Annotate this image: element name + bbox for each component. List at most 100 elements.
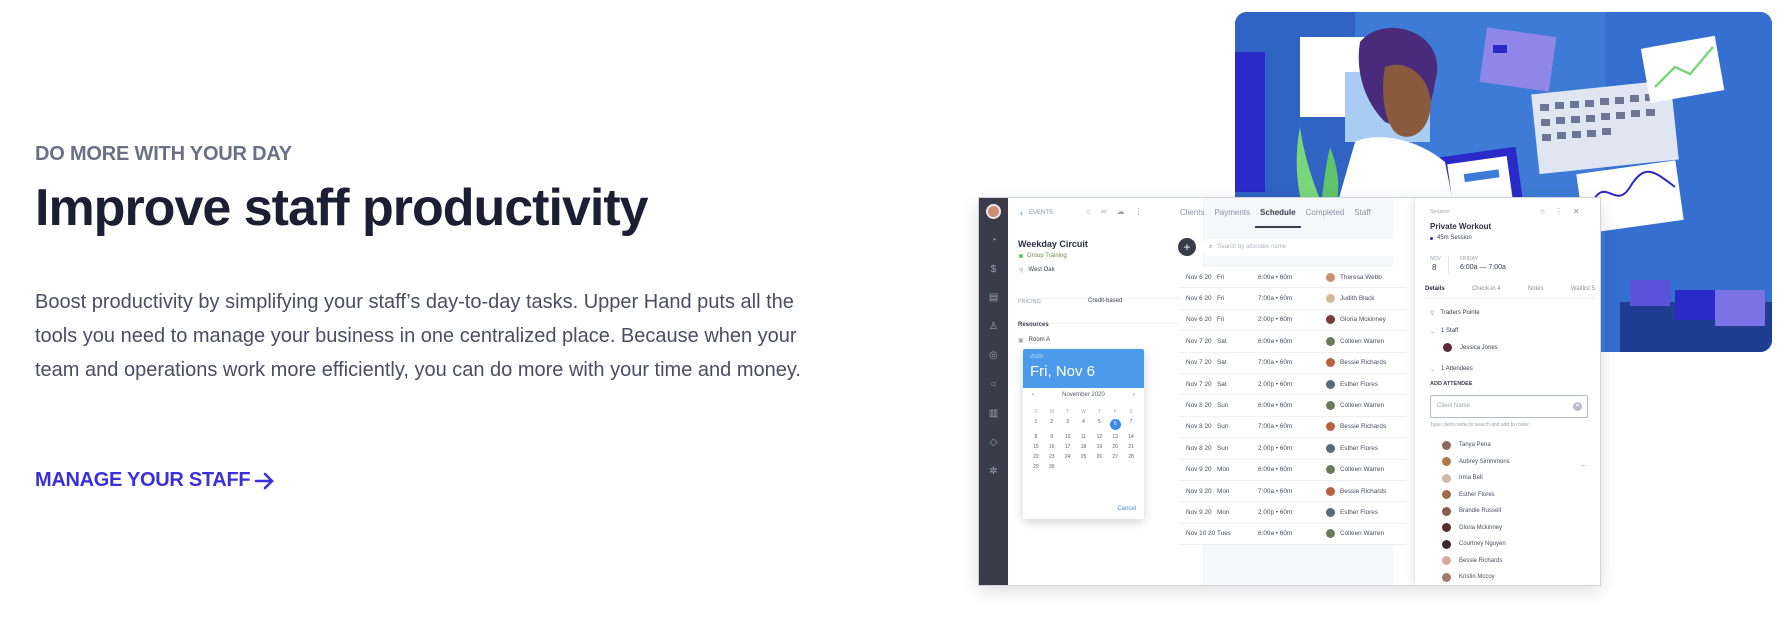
tab-check-in[interactable]: Check-in 4 <box>1472 286 1501 292</box>
list-item[interactable]: Kristin Mccoy <box>1442 569 1592 585</box>
list-item[interactable]: Bessie Richards <box>1442 553 1592 570</box>
calendar-day[interactable]: 28 <box>1123 454 1139 460</box>
tab-details[interactable]: Details <box>1425 286 1445 292</box>
chat-icon[interactable]: ○ <box>988 379 999 390</box>
table-row[interactable]: Nov 6 20 Fri 7:00a • 60m Judith Black <box>1179 288 1407 310</box>
row-time: 2:00p • 60m <box>1258 508 1293 516</box>
users-icon[interactable]: ♙ <box>988 321 999 332</box>
chevron-left-icon[interactable]: ‹ <box>1032 392 1034 398</box>
clear-icon[interactable]: ✕ <box>1573 402 1582 411</box>
calendar-year[interactable]: 2020 <box>1030 354 1137 360</box>
staff-section[interactable]: ⌄ 1 Staff <box>1430 328 1458 335</box>
comment-icon[interactable]: ○ <box>1540 207 1545 216</box>
calendar-day[interactable]: 3 <box>1060 419 1076 430</box>
row-day: Sat <box>1217 337 1227 345</box>
avatar[interactable] <box>986 204 1001 219</box>
tag-icon[interactable]: ◇ <box>988 437 999 448</box>
tab-schedule[interactable]: Schedule <box>1255 208 1301 228</box>
table-row[interactable]: Nov 6 20 Fri 2:00p • 60m Gloria Mckinney <box>1179 309 1407 332</box>
add-button[interactable]: + <box>1178 238 1196 256</box>
chevron-left-icon[interactable]: ‹ <box>1020 208 1023 218</box>
row-time: 7:00a • 60m <box>1258 487 1293 495</box>
table-row[interactable]: Nov 7 20 Sat 2:00p • 60m Esther Flores <box>1179 373 1407 396</box>
tab-payments[interactable]: Payments <box>1209 208 1255 228</box>
comment-icon[interactable]: ○ <box>1086 207 1091 216</box>
table-row[interactable]: Nov 8 20 Sun 6:00a • 60m Colleen Warren <box>1179 395 1407 417</box>
table-row[interactable]: Nov 9 20 Mon 2:00p • 60m Esther Flores <box>1179 502 1407 524</box>
location-label: West Oak <box>1028 267 1055 273</box>
tab-waitlist[interactable]: Waitlist 5 <box>1571 286 1595 292</box>
list-item[interactable]: Gloria Mckinney <box>1442 520 1592 537</box>
calendar-day[interactable]: 11 <box>1076 434 1092 440</box>
table-row[interactable]: Nov 8 20 Sun 2:00p • 60m Esther Flores <box>1179 438 1407 460</box>
calendar-day[interactable]: 4 <box>1076 419 1092 430</box>
list-item[interactable]: Brandie Russell <box>1442 503 1592 520</box>
cancel-button[interactable]: Cancel <box>1117 506 1136 512</box>
list-item[interactable]: Aubrey Simmmons <box>1442 454 1592 471</box>
calendar-day[interactable]: 27 <box>1107 454 1123 460</box>
dollar-icon[interactable]: $ <box>988 264 999 275</box>
dashboard-icon[interactable]: ◔ <box>988 235 999 246</box>
calendar-icon[interactable]: ▤ <box>988 292 999 303</box>
table-row[interactable]: Nov 7 20 Sat 7:00a • 60m Bessie Richards <box>1179 352 1407 374</box>
attendees-section[interactable]: ⌄ 1 Attendees <box>1430 366 1473 373</box>
calendar-day[interactable]: 10 <box>1060 434 1076 440</box>
calendar-day[interactable]: 26 <box>1091 454 1107 460</box>
calendar-day[interactable]: 13 <box>1107 434 1123 440</box>
list-item[interactable]: Irma Bell <box>1442 470 1592 487</box>
close-icon[interactable]: ✕ <box>1573 207 1580 216</box>
calendar-day[interactable]: 20 <box>1107 444 1123 450</box>
more-icon[interactable]: ⋮ <box>1135 207 1143 216</box>
calendar-day[interactable]: 7 <box>1123 419 1139 430</box>
chart-icon[interactable]: ▥ <box>988 408 999 419</box>
tab-staff[interactable]: Staff <box>1349 208 1375 228</box>
tab-notes[interactable]: Notes <box>1528 286 1544 292</box>
list-item[interactable]: Tanya Pena <box>1442 437 1592 454</box>
manage-staff-link[interactable]: MANAGE YOUR STAFF <box>35 469 276 492</box>
calendar-day[interactable]: 12 <box>1091 434 1107 440</box>
more-icon[interactable]: ⋮ <box>1555 207 1563 216</box>
table-row[interactable]: Nov 9 20 Mon 7:00a • 60m Bessie Richards <box>1179 480 1407 503</box>
cloud-icon[interactable]: ☁ <box>1117 207 1125 216</box>
calendar-day[interactable]: 16 <box>1044 444 1060 450</box>
list-item[interactable]: Courtney Nguyen <box>1442 536 1592 553</box>
gear-icon[interactable]: ✲ <box>988 466 999 477</box>
calendar-day[interactable]: 24 <box>1060 454 1076 460</box>
calendar-day[interactable]: 5 <box>1091 419 1107 430</box>
client-name-input[interactable]: Client Name ✕ <box>1430 395 1588 418</box>
calendar-day[interactable]: 18 <box>1076 444 1092 450</box>
table-row[interactable]: Nov 10 20 Tues 6:00a • 60m Colleen Warren <box>1179 523 1407 546</box>
link-icon[interactable]: ∞ <box>1101 207 1107 216</box>
calendar-day[interactable]: 25 <box>1076 454 1092 460</box>
calendar-day[interactable]: 29 <box>1028 464 1044 470</box>
chevron-right-icon[interactable]: › <box>1133 392 1135 398</box>
calendar-day[interactable]: 15 <box>1028 444 1044 450</box>
search-input[interactable]: ⌕ Search by attendee name <box>1201 239 1401 256</box>
target-icon[interactable]: ◎ <box>988 350 999 361</box>
page-title: Improve staff productivity <box>35 179 649 237</box>
row-date: Nov 7 20 <box>1186 380 1212 388</box>
calendar-day[interactable]: 14 <box>1123 434 1139 440</box>
table-row[interactable]: Nov 7 20 Sat 6:00a • 60m Colleen Warren <box>1179 331 1407 353</box>
calendar-day[interactable]: 6 <box>1109 419 1121 430</box>
calendar-day[interactable]: 17 <box>1060 444 1076 450</box>
table-row[interactable]: Nov 6 20 Fri 6:00a • 60m Theresa Webb <box>1179 267 1407 289</box>
calendar-day[interactable]: 30 <box>1044 464 1060 470</box>
calendar-day[interactable]: 21 <box>1123 444 1139 450</box>
calendar-day[interactable]: 2 <box>1044 419 1060 430</box>
weekday-label: W <box>1081 409 1086 415</box>
breadcrumb[interactable]: ‹ EVENTS <box>1020 208 1053 218</box>
row-day: Fri <box>1217 316 1225 324</box>
table-row[interactable]: Nov 9 20 Mon 6:00a • 60m Colleen Warren <box>1179 459 1407 481</box>
calendar-day[interactable]: 1 <box>1028 419 1044 430</box>
calendar-day[interactable]: 9 <box>1044 434 1060 440</box>
tab-clients[interactable]: Clients <box>1175 208 1209 228</box>
calendar-day[interactable]: 19 <box>1091 444 1107 450</box>
calendar-day[interactable]: 23 <box>1044 454 1060 460</box>
more-icon[interactable]: ⋯ <box>1580 462 1587 470</box>
tab-completed[interactable]: Completed <box>1301 208 1350 228</box>
table-row[interactable]: Nov 8 20 Sun 7:00a • 60m Bessie Richards <box>1179 416 1407 439</box>
calendar-day[interactable]: 22 <box>1028 454 1044 460</box>
list-item[interactable]: Esther Flores <box>1442 487 1592 504</box>
calendar-day[interactable]: 8 <box>1028 434 1044 440</box>
